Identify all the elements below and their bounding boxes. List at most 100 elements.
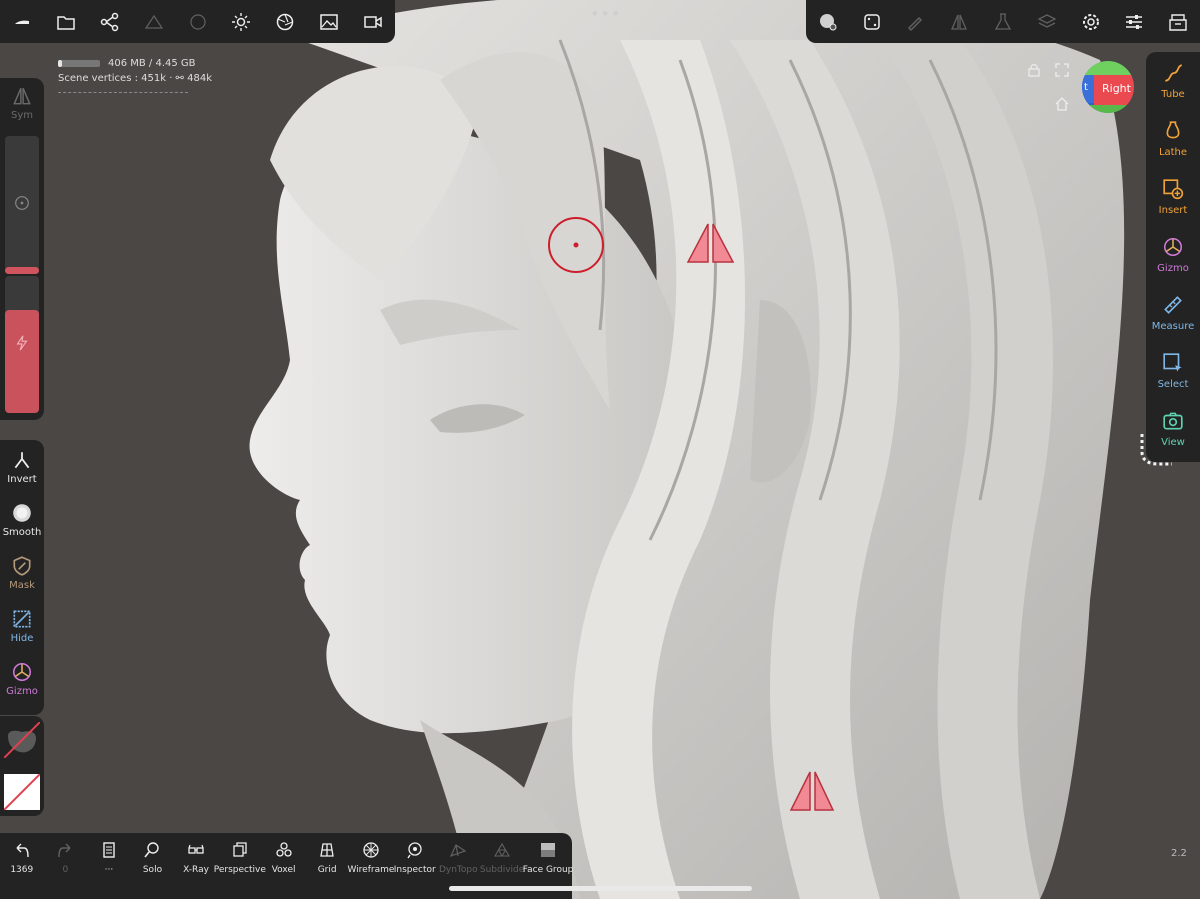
wireframe-icon	[363, 842, 379, 858]
sliders-icon[interactable]	[1112, 0, 1156, 43]
grid-button[interactable]: Grid	[305, 833, 349, 899]
solo-label: Solo	[142, 865, 163, 875]
folder-icon[interactable]	[44, 0, 88, 43]
symmetry-icon[interactable]	[937, 0, 981, 43]
gizmo-icon	[12, 662, 32, 681]
scene-graph-icon[interactable]	[88, 0, 132, 43]
dice-icon[interactable]	[850, 0, 894, 43]
flask-icon[interactable]	[981, 0, 1025, 43]
redo-button[interactable]: 0	[44, 833, 88, 899]
divider	[58, 92, 188, 93]
radius-icon	[15, 196, 29, 210]
shield-icon	[3, 721, 41, 759]
sym-button[interactable]: Sym	[0, 78, 44, 128]
radius-slider[interactable]	[5, 136, 39, 274]
menu-icon[interactable]	[0, 0, 44, 43]
gizmo-tool-right[interactable]: Gizmo	[1146, 226, 1200, 284]
top-toolbar-right	[806, 0, 1200, 43]
gizmo-icon	[1163, 237, 1183, 257]
mask-tool[interactable]: Mask	[0, 546, 44, 599]
inspector-button[interactable]: Inspector	[393, 833, 437, 899]
smooth-icon	[13, 503, 31, 522]
solo-button[interactable]: Solo	[131, 833, 175, 899]
redo-icon	[58, 843, 71, 858]
zoom-value: 2.2	[1171, 848, 1187, 859]
tube-tool[interactable]: Tube	[1146, 52, 1200, 110]
camera-lens-icon[interactable]	[263, 0, 307, 43]
sculpt-viewport[interactable]	[0, 0, 1200, 899]
gizmo-face-label: Right	[1102, 82, 1131, 95]
select-label: Select	[1157, 379, 1189, 390]
insert-label: Insert	[1158, 205, 1188, 216]
camera-icon	[1163, 412, 1183, 430]
wireframe-label: Wireframe	[347, 865, 395, 875]
vertex-count: Scene vertices : 451k · ⚯ 484k	[58, 73, 212, 84]
no-color-icon	[3, 773, 41, 811]
invert-icon	[14, 451, 30, 468]
video-icon[interactable]	[351, 0, 395, 43]
gizmo-left-label: t	[1084, 82, 1088, 93]
gear-icon[interactable]	[1069, 0, 1113, 43]
smooth-label: Smooth	[2, 526, 42, 538]
insert-tool[interactable]: Insert	[1146, 168, 1200, 226]
lock-icon[interactable]	[1028, 63, 1040, 80]
subdivide-label: Subdivide	[479, 865, 525, 875]
invert-tool[interactable]: Invert	[0, 440, 44, 493]
store-icon[interactable]	[1156, 0, 1200, 43]
handle-dots[interactable]: •••	[590, 4, 621, 23]
brush-icon[interactable]	[894, 0, 938, 43]
hide-label: Hide	[10, 632, 34, 644]
topology-icon[interactable]	[132, 0, 176, 43]
inspector-icon	[407, 842, 422, 859]
undo-icon	[16, 843, 29, 858]
select-tool[interactable]: Select	[1146, 342, 1200, 400]
material-swatch[interactable]	[3, 721, 41, 759]
frame-icon[interactable]	[1055, 63, 1069, 80]
lightning-icon	[16, 335, 28, 351]
right-tool-panel: Tube Lathe Insert Gizmo Measure Select V…	[1146, 52, 1200, 462]
memory-text: 406 MB / 4.45 GB	[108, 58, 196, 69]
mask-icon	[13, 555, 31, 576]
select-icon	[1163, 353, 1182, 372]
invert-label: Invert	[7, 473, 37, 485]
gizmo-tool-left[interactable]: Gizmo	[0, 652, 44, 705]
left-tool-panel: Invert Smooth Mask Hide Gizmo	[0, 440, 44, 715]
wireframe-button[interactable]: Wireframe	[347, 833, 395, 899]
xray-label: X-Ray	[183, 865, 209, 875]
matcap-icon[interactable]	[176, 0, 220, 43]
image-icon[interactable]	[307, 0, 351, 43]
perspective-button[interactable]: Perspective	[214, 833, 266, 899]
panel-resize-handle[interactable]	[1136, 432, 1176, 468]
smooth-tool[interactable]: Smooth	[0, 493, 44, 546]
material-icon[interactable]	[806, 0, 850, 43]
light-icon[interactable]	[219, 0, 263, 43]
face-group-label: Face Group	[522, 865, 574, 875]
insert-icon	[1163, 179, 1184, 200]
undo-button[interactable]: 1369	[0, 833, 44, 899]
voxel-label: Voxel	[271, 865, 296, 875]
orientation-cube[interactable]: Right t	[1082, 61, 1134, 113]
intensity-slider[interactable]	[5, 276, 39, 413]
lathe-tool[interactable]: Lathe	[1146, 110, 1200, 168]
grid-label: Grid	[317, 865, 337, 875]
hide-icon	[13, 609, 31, 628]
hide-tool[interactable]: Hide	[0, 599, 44, 652]
layers-icon[interactable]	[1025, 0, 1069, 43]
color-swatch[interactable]	[3, 773, 41, 811]
voxel-icon	[275, 842, 292, 857]
xray-button[interactable]: X-Ray	[174, 833, 218, 899]
lathe-label: Lathe	[1158, 147, 1188, 158]
redo-count: 0	[62, 865, 69, 875]
measure-tool[interactable]: Measure	[1146, 284, 1200, 342]
notebook-label: ···	[104, 865, 114, 875]
memory-bar	[58, 60, 100, 67]
home-icon[interactable]	[1055, 97, 1069, 114]
top-toolbar-left	[0, 0, 395, 43]
left-slider-panel: Sym	[0, 78, 44, 420]
voxel-button[interactable]: Voxel	[262, 833, 306, 899]
home-indicator[interactable]	[449, 886, 752, 891]
gizmo-label: Gizmo	[1157, 263, 1189, 274]
inspector-label: Inspector	[393, 865, 436, 875]
notebook-button[interactable]: ···	[87, 833, 131, 899]
glasses-icon	[188, 844, 204, 854]
